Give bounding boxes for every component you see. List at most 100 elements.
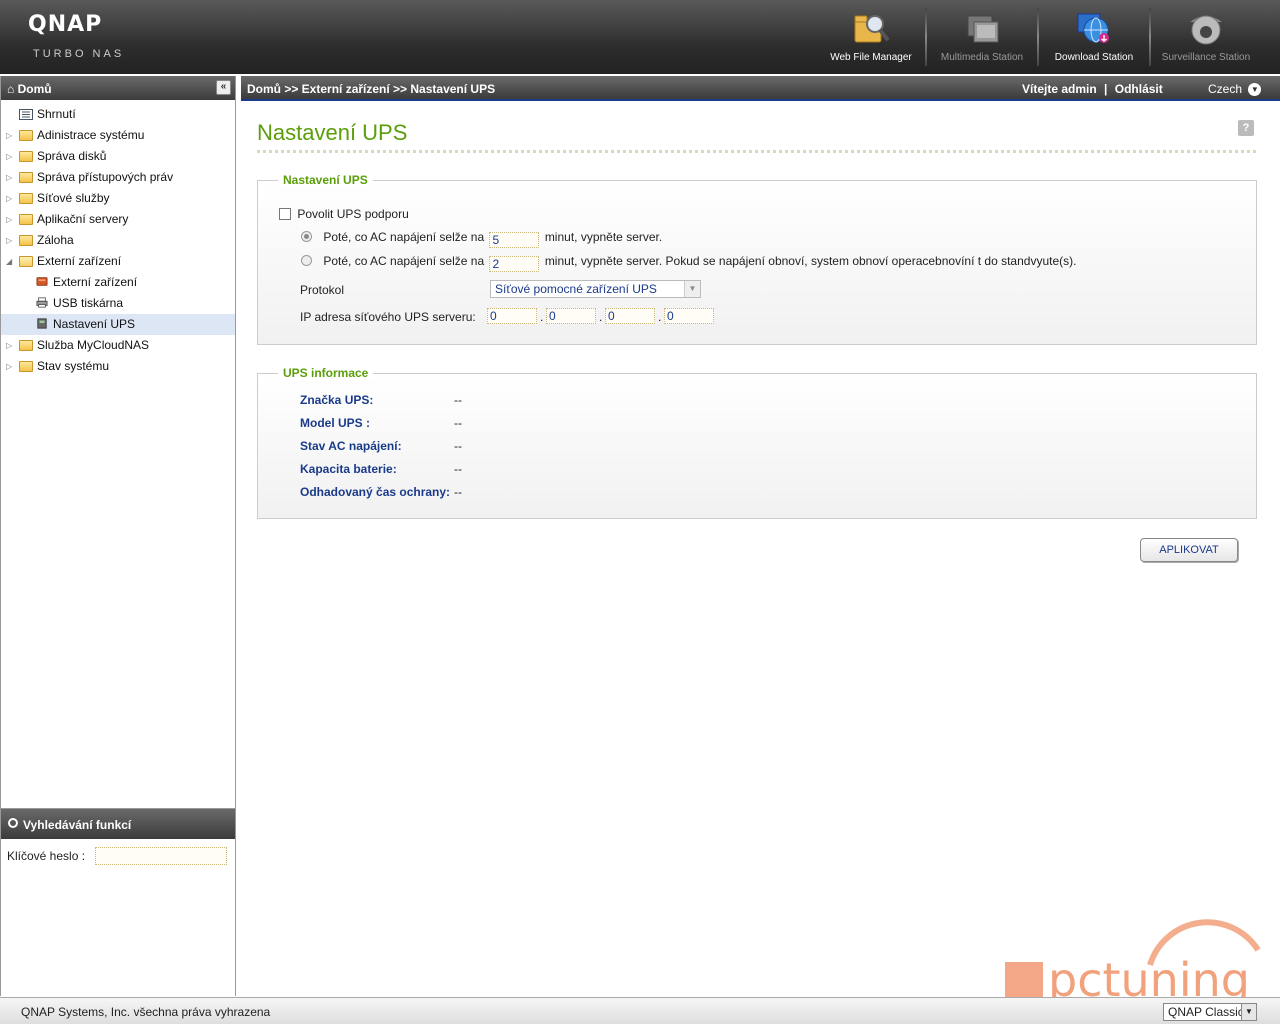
sidebar-item-application-servers[interactable]: ▷ Aplikační servery	[1, 209, 235, 230]
help-icon[interactable]: ?	[1238, 120, 1254, 136]
standby-option-radio[interactable]	[301, 255, 312, 266]
logo-subtitle: TURBO NAS	[33, 48, 125, 60]
user-area: Vítejte admin | Odhlásit	[1022, 82, 1163, 96]
ups-brand-value: --	[454, 393, 462, 407]
sidebar-item-ups-settings[interactable]: Nastavení UPS	[1, 314, 235, 335]
sidebar-item-system-status[interactable]: ▷ Stav systému	[1, 356, 235, 377]
enable-ups-row: Povolit UPS podporu	[279, 207, 409, 221]
ip-dot: .	[658, 310, 662, 324]
qnap-logo[interactable]: QNAP	[28, 12, 102, 37]
pctuning-watermark: pctuning	[1005, 919, 1261, 1000]
sidebar-title: Domů	[17, 82, 52, 96]
sidebar-item-label: Správa přístupových práv	[37, 170, 174, 184]
web-file-manager-button[interactable]: Web File Manager	[815, 0, 927, 68]
sidebar-item-mycloudnas[interactable]: ▷ Služba MyCloudNAS	[1, 335, 235, 356]
expand-icon[interactable]: ▷	[6, 146, 12, 167]
expand-icon[interactable]: ▷	[6, 335, 12, 356]
sidebar-item-external-devices[interactable]: ◢ Externí zařízení	[1, 251, 235, 272]
sidebar-item-label: Stav systému	[37, 359, 110, 373]
multimedia-station-button[interactable]: Multimedia Station	[926, 0, 1038, 68]
folder-icon	[19, 235, 33, 246]
sidebar-item-backup[interactable]: ▷ Záloha	[1, 230, 235, 251]
ups-info-legend: UPS informace	[278, 366, 374, 380]
sidebar-item-usb-printer[interactable]: USB tiskárna	[1, 293, 235, 314]
sidebar-item-label: USB tiskárna	[53, 296, 124, 310]
folder-icon	[19, 130, 33, 141]
footer: QNAP Systems, Inc. všechna práva vyhraze…	[0, 997, 1280, 1024]
ip-label: IP adresa síťového UPS serveru:	[300, 310, 476, 324]
enable-ups-label[interactable]: Povolit UPS podporu	[297, 207, 408, 221]
sidebar-item-label: Správa disků	[37, 149, 107, 163]
apply-button[interactable]: APLIKOVAT	[1140, 538, 1238, 562]
folder-icon	[19, 193, 33, 204]
breadcrumb-bar: Domů >> Externí zařízení >> Nastavení UP…	[241, 76, 1280, 101]
sidebar-item-label: Služba MyCloudNAS	[37, 338, 150, 352]
shutdown-option-radio[interactable]	[301, 231, 312, 242]
keyword-input[interactable]	[95, 847, 227, 865]
protocol-label: Protokol	[300, 283, 345, 297]
ip-octet-2-input[interactable]: 0	[546, 308, 596, 324]
page-title: Nastavení UPS	[257, 120, 408, 145]
chevron-down-icon: ▼	[1241, 1004, 1256, 1020]
ip-dot: .	[599, 310, 603, 324]
expand-icon[interactable]: ▷	[6, 230, 12, 251]
sidebar-item-label: Aplikační servery	[37, 212, 129, 226]
search-icon	[8, 818, 18, 828]
download-station-button[interactable]: Download Station	[1038, 0, 1150, 68]
sidebar-item-label: Záloha	[37, 233, 74, 247]
folder-icon	[19, 151, 33, 162]
welcome-text: Vítejte admin	[1022, 82, 1097, 96]
sidebar-item-summary[interactable]: Shrnutí	[1, 104, 235, 125]
ip-dot: .	[540, 310, 544, 324]
surveillance-station-icon	[1190, 15, 1222, 45]
protocol-select[interactable]: Síťové pomocné zařízení UPS ▼	[490, 280, 701, 298]
logout-link[interactable]: Odhlásit	[1115, 82, 1163, 96]
ups-settings-section: Nastavení UPS Povolit UPS podporu Poté, …	[257, 173, 1257, 345]
collapse-sidebar-button[interactable]: «	[216, 80, 231, 95]
sidebar-item-external-device[interactable]: Externí zařízení	[1, 272, 235, 293]
sidebar-item-system-admin[interactable]: ▷ Adinistrace systému	[1, 125, 235, 146]
sidebar-item-disk-management[interactable]: ▷ Správa disků	[1, 146, 235, 167]
expand-icon[interactable]: ▷	[6, 125, 12, 146]
web-file-manager-label: Web File Manager	[830, 52, 912, 63]
function-search-header: Vyhledávání funkcí	[1, 809, 235, 839]
enable-ups-checkbox[interactable]	[279, 208, 291, 220]
folder-icon	[19, 361, 33, 372]
download-station-label: Download Station	[1054, 52, 1134, 63]
breadcrumb[interactable]: Domů >> Externí zařízení >> Nastavení UP…	[247, 82, 495, 96]
ip-octet-1-input[interactable]: 0	[487, 308, 537, 324]
function-search-panel: Vyhledávání funkcí Klíčové heslo :	[1, 808, 235, 996]
folder-icon	[19, 172, 33, 183]
printer-icon	[36, 297, 48, 308]
user-separator: |	[1104, 82, 1108, 96]
ups-info-section: UPS informace Značka UPS: -- Model UPS :…	[257, 366, 1257, 519]
ip-octet-4-input[interactable]: 0	[664, 308, 714, 324]
open-folder-icon	[19, 256, 33, 267]
shutdown-option-prefix: Poté, co AC napájení selže na	[323, 230, 485, 244]
expand-icon[interactable]: ▷	[6, 209, 12, 230]
protection-time-label: Odhadovaný čas ochrany:	[300, 485, 451, 499]
ip-octet-3-input[interactable]: 0	[605, 308, 655, 324]
sidebar-item-network-services[interactable]: ▷ Síťové služby	[1, 188, 235, 209]
standby-minutes-input[interactable]: 2	[489, 256, 540, 272]
expand-icon[interactable]: ▷	[6, 188, 12, 209]
sidebar: ⌂ Domů « Shrnutí ▷ Adinistrace systému ▷…	[0, 76, 236, 996]
shutdown-option-suffix: minut, vypněte server.	[544, 230, 663, 244]
language-selector[interactable]: Czech ▼	[1208, 82, 1262, 97]
folder-icon	[19, 340, 33, 351]
ups-settings-legend: Nastavení UPS	[278, 173, 373, 187]
shutdown-minutes-input[interactable]: 5	[489, 232, 540, 248]
sidebar-item-access-rights[interactable]: ▷ Správa přístupových práv	[1, 167, 235, 188]
theme-select[interactable]: QNAP Classic ▼	[1163, 1003, 1257, 1021]
expand-icon[interactable]: ▷	[6, 356, 12, 377]
sidebar-item-label: Externí zařízení	[37, 254, 122, 268]
multimedia-station-icon	[967, 15, 999, 43]
expand-icon[interactable]: ▷	[6, 167, 12, 188]
collapse-icon[interactable]: ◢	[6, 251, 12, 272]
protocol-value: Síťové pomocné zařízení UPS	[495, 282, 657, 296]
home-icon: ⌂	[7, 82, 15, 96]
surveillance-station-button[interactable]: Surveillance Station	[1150, 0, 1262, 68]
protection-time-value: --	[454, 485, 462, 499]
ups-model-label: Model UPS :	[300, 416, 371, 430]
download-station-icon	[1077, 13, 1109, 43]
